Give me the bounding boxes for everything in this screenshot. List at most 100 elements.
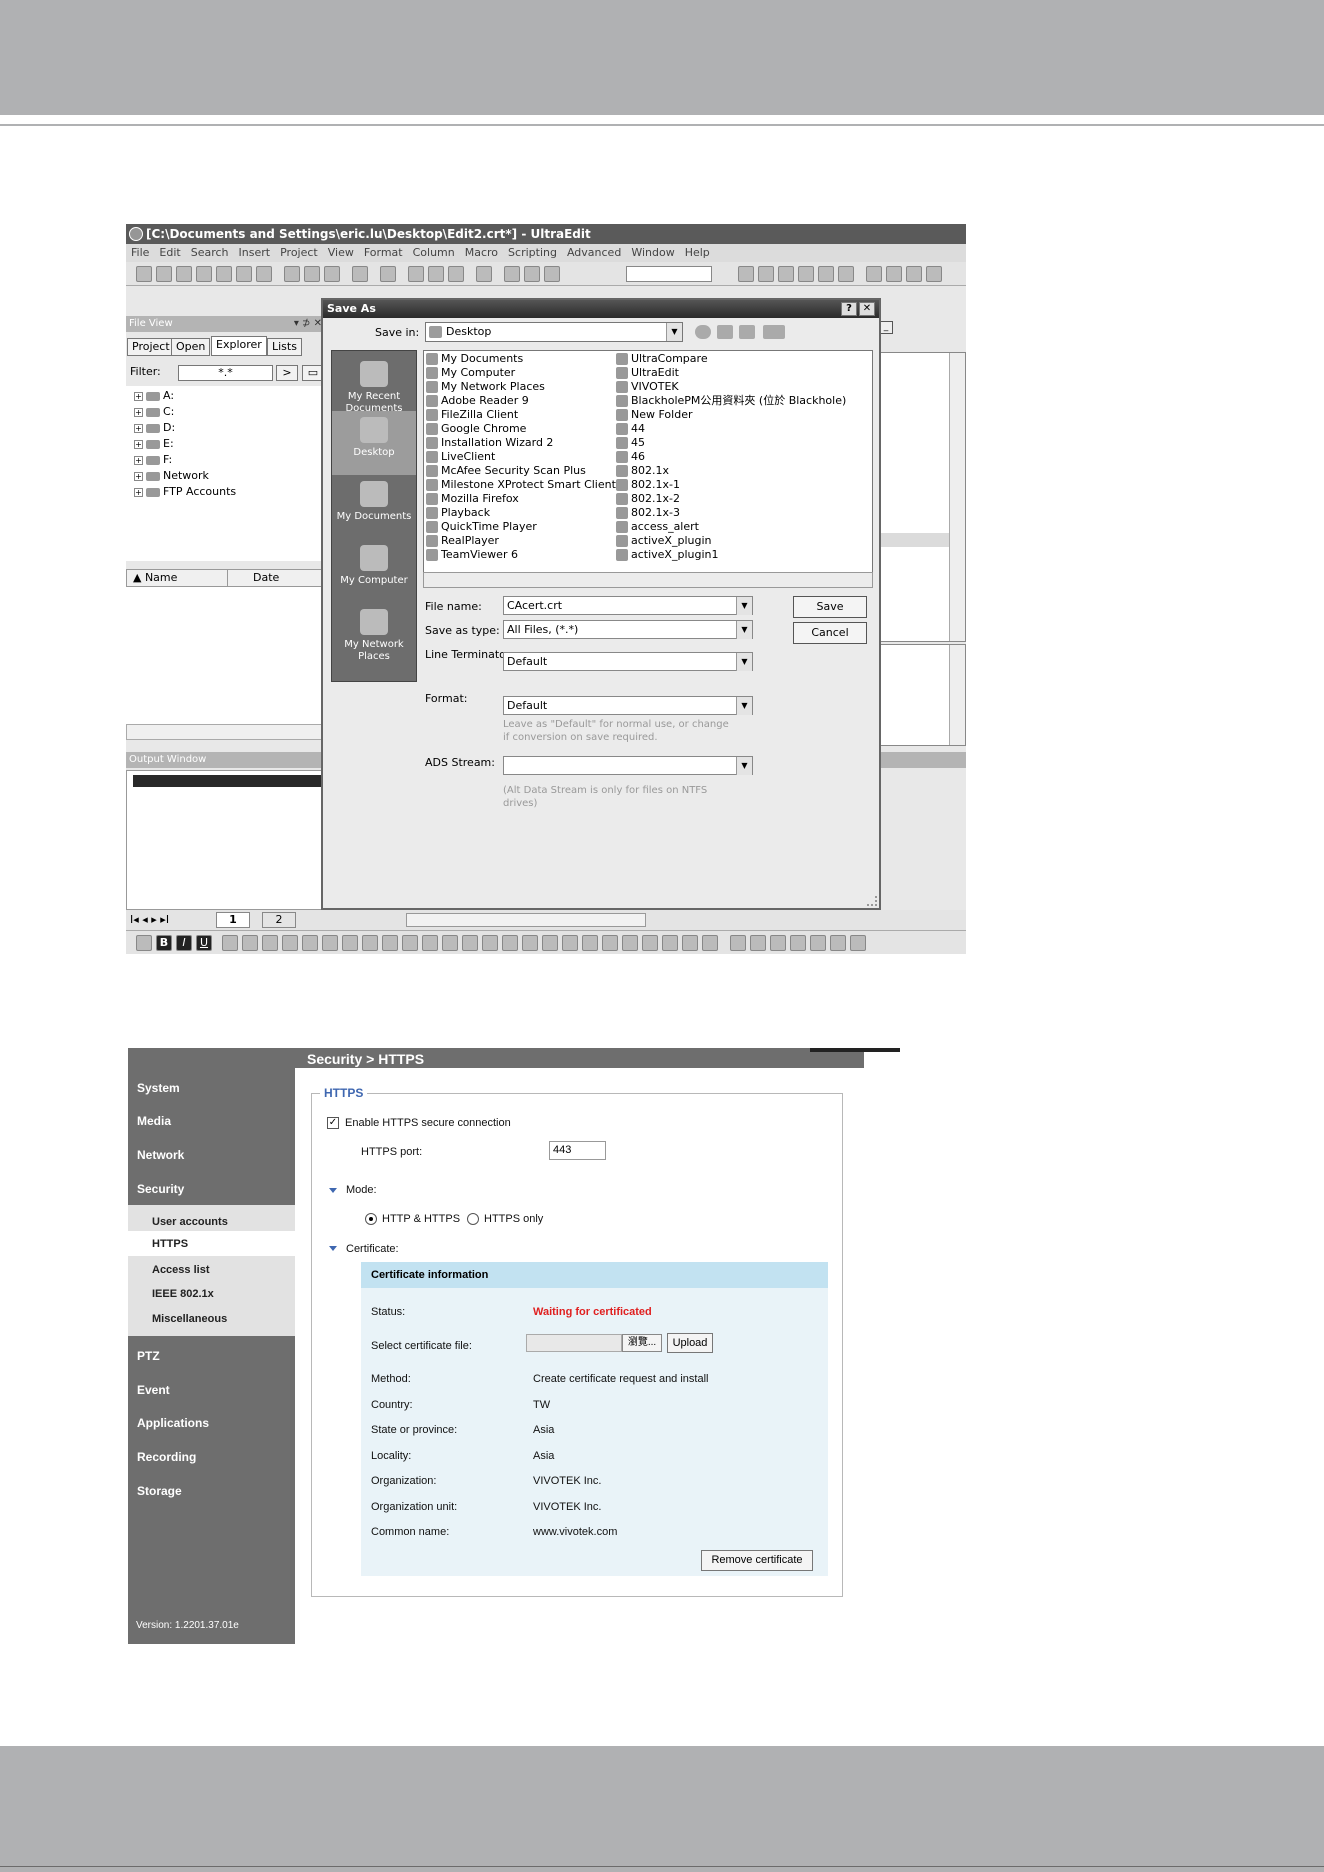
- sidebar-item-event[interactable]: Event: [137, 1383, 170, 1397]
- format-icon[interactable]: [262, 935, 278, 951]
- chevron-down-icon[interactable]: ▼: [736, 653, 752, 671]
- sidebar-item-https[interactable]: HTTPS: [152, 1237, 188, 1251]
- tree-item-d[interactable]: + D:: [134, 420, 175, 436]
- sheet-tab-1[interactable]: 1: [216, 912, 250, 928]
- tab-open[interactable]: Open: [171, 338, 211, 356]
- column-mode-icon[interactable]: [408, 266, 424, 282]
- underline-icon[interactable]: U: [196, 935, 212, 951]
- menu-column[interactable]: Column: [408, 244, 460, 262]
- menu-project[interactable]: Project: [275, 244, 323, 262]
- sheet-nav[interactable]: I◂ ◂ ▸ ▸I: [130, 913, 169, 926]
- format-icon[interactable]: [222, 935, 238, 951]
- place-desktop[interactable]: Desktop: [332, 411, 416, 475]
- enable-https-checkbox[interactable]: ✓: [327, 1117, 339, 1129]
- format-icon[interactable]: [662, 935, 678, 951]
- format-icon[interactable]: [302, 935, 318, 951]
- replace-icon[interactable]: [758, 266, 774, 282]
- file-list-scrollbar[interactable]: [126, 724, 326, 740]
- back-icon[interactable]: [695, 325, 711, 339]
- browse-button[interactable]: 瀏覽...: [622, 1334, 662, 1352]
- col-name[interactable]: ▲ Name: [133, 570, 177, 586]
- format-icon[interactable]: [562, 935, 578, 951]
- filter-input[interactable]: *.*: [178, 365, 273, 381]
- function-list-icon[interactable]: [838, 266, 854, 282]
- format-icon[interactable]: [730, 935, 746, 951]
- format-icon[interactable]: [750, 935, 766, 951]
- editor-lower-scrollbar[interactable]: [949, 645, 965, 745]
- format-icon[interactable]: [502, 935, 518, 951]
- menu-search[interactable]: Search: [186, 244, 234, 262]
- tag-icon[interactable]: [818, 266, 834, 282]
- file-view-controls[interactable]: ▾ ⊅ ✕: [294, 316, 322, 332]
- word-wrap-icon[interactable]: [352, 266, 368, 282]
- minimize-icon[interactable]: _: [879, 321, 893, 334]
- format-icon[interactable]: [342, 935, 358, 951]
- format-icon[interactable]: [682, 935, 698, 951]
- mode-expand-icon[interactable]: [329, 1188, 337, 1193]
- menu-edit[interactable]: Edit: [154, 244, 185, 262]
- sidebar-item-system[interactable]: System: [137, 1081, 180, 1095]
- format-icon[interactable]: [382, 935, 398, 951]
- menu-file[interactable]: File: [126, 244, 154, 262]
- format-icon[interactable]: [602, 935, 618, 951]
- format-icon[interactable]: [850, 935, 866, 951]
- sidebar-item-ieee[interactable]: IEEE 802.1x: [152, 1287, 214, 1301]
- place-network[interactable]: My Network Places: [332, 603, 416, 667]
- tree-item-a[interactable]: + A:: [134, 388, 174, 404]
- mode-http-https-radio[interactable]: [365, 1213, 377, 1225]
- remove-certificate-button[interactable]: Remove certificate: [701, 1550, 813, 1571]
- format-icon[interactable]: [442, 935, 458, 951]
- tree-item-network[interactable]: + Network: [134, 468, 209, 484]
- close-file-icon[interactable]: [236, 266, 252, 282]
- file-name-field[interactable]: CAcert.crt ▼: [503, 596, 753, 615]
- find-icon[interactable]: [738, 266, 754, 282]
- align-right-icon[interactable]: [906, 266, 922, 282]
- align-center-icon[interactable]: [886, 266, 902, 282]
- horizontal-scrollbar[interactable]: [406, 913, 646, 927]
- format-icon[interactable]: [542, 935, 558, 951]
- document-icon[interactable]: [448, 266, 464, 282]
- new-file-icon[interactable]: [136, 266, 152, 282]
- place-recent[interactable]: My Recent Documents: [332, 355, 416, 419]
- menu-scripting[interactable]: Scripting: [503, 244, 562, 262]
- format-icon[interactable]: [402, 935, 418, 951]
- sidebar-item-access-list[interactable]: Access list: [152, 1263, 209, 1277]
- tab-explorer[interactable]: Explorer: [211, 336, 267, 356]
- format-icon[interactable]: [702, 935, 718, 951]
- file-list-hscroll[interactable]: [423, 572, 873, 588]
- align-left-icon[interactable]: [866, 266, 882, 282]
- chevron-down-icon[interactable]: ▼: [736, 757, 752, 775]
- format-icon[interactable]: [790, 935, 806, 951]
- save-button[interactable]: Save: [793, 596, 867, 618]
- menu-format[interactable]: Format: [359, 244, 408, 262]
- new-folder-icon[interactable]: [739, 325, 755, 339]
- menu-macro[interactable]: Macro: [460, 244, 503, 262]
- tree-item-f[interactable]: + F:: [134, 452, 172, 468]
- editor-scrollbar[interactable]: [949, 353, 965, 641]
- format-icon[interactable]: [482, 935, 498, 951]
- tree-item-ftp[interactable]: + FTP Accounts: [134, 484, 236, 500]
- search-combo[interactable]: [626, 266, 712, 282]
- sidebar-item-media[interactable]: Media: [137, 1114, 171, 1128]
- format-icon[interactable]: [322, 935, 338, 951]
- cut-icon[interactable]: [504, 266, 520, 282]
- https-port-input[interactable]: 443: [549, 1141, 606, 1160]
- sidebar-item-recording[interactable]: Recording: [137, 1450, 196, 1464]
- sidebar-item-user-accounts[interactable]: User accounts: [152, 1215, 228, 1229]
- save-icon[interactable]: [256, 266, 272, 282]
- hex-icon[interactable]: [380, 266, 396, 282]
- certificate-file-input[interactable]: [526, 1334, 622, 1352]
- sidebar-item-network[interactable]: Network: [137, 1148, 184, 1162]
- tab-project[interactable]: Project: [127, 338, 175, 356]
- resize-grip[interactable]: [867, 896, 877, 906]
- forward-icon[interactable]: [176, 266, 192, 282]
- format-icon[interactable]: [830, 935, 846, 951]
- tree-item-e[interactable]: + E:: [134, 436, 174, 452]
- menu-advanced[interactable]: Advanced: [562, 244, 626, 262]
- save-type-select[interactable]: All Files, (*.*) ▼: [503, 620, 753, 639]
- format-icon[interactable]: [242, 935, 258, 951]
- format-icon[interactable]: [770, 935, 786, 951]
- certificate-expand-icon[interactable]: [329, 1246, 337, 1251]
- sidebar-item-storage[interactable]: Storage: [137, 1484, 182, 1498]
- menu-window[interactable]: Window: [626, 244, 679, 262]
